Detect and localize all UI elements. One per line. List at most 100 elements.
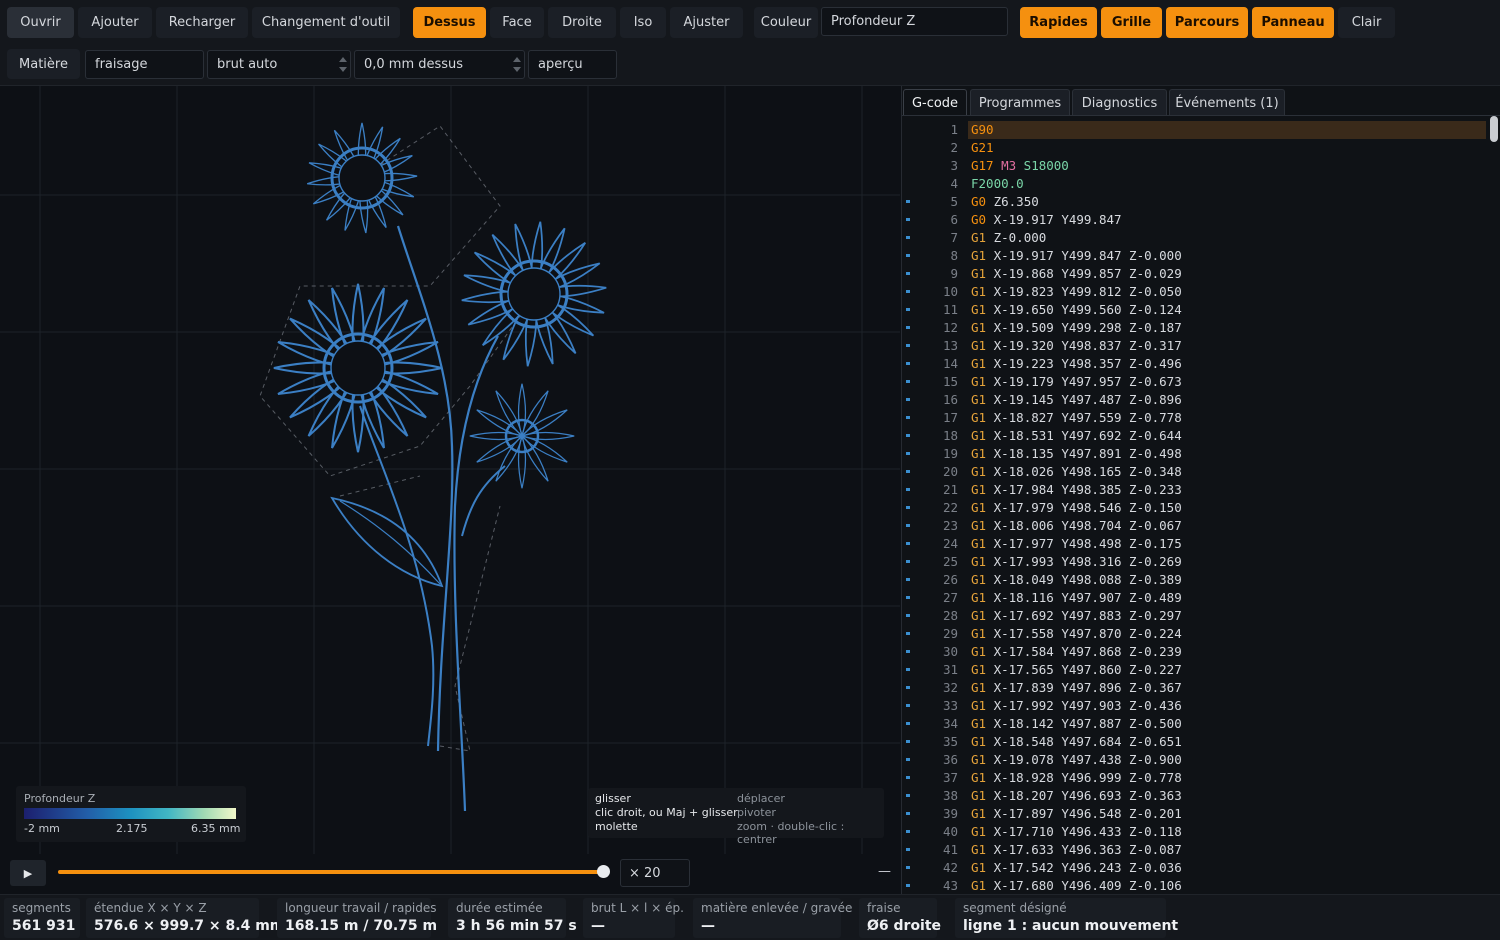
gcode-line-number: 40 [942,824,958,839]
tab-divider [902,115,1500,116]
gcode-line[interactable]: 12 G1 X-19.509 Y499.298 Z-0.187 [902,319,1488,337]
tab-programs[interactable]: Programmes [970,89,1070,116]
paths-toggle[interactable]: Parcours [1166,7,1248,38]
status-extent: étendue X × Y × Z 576.6 × 999.7 × 8.4 mm [86,898,284,938]
motion-marker-icon [906,848,910,851]
motion-marker-icon [906,470,910,473]
open-button[interactable]: Ouvrir [7,7,74,38]
flower-top [306,122,418,234]
gcode-line-number: 24 [942,536,958,551]
view-front-button[interactable]: Face [490,7,544,38]
gcode-line[interactable]: 37 G1 X-18.928 Y496.999 Z-0.778 [902,769,1488,787]
gcode-line[interactable]: 1 G90 [902,121,1488,139]
gcode-line[interactable]: 36 G1 X-19.078 Y497.438 Z-0.900 [902,751,1488,769]
theme-toggle[interactable]: Clair [1338,7,1395,38]
gcode-line[interactable]: 4 F2000.0 [902,175,1488,193]
gcode-line[interactable]: 3 G17 M3 S18000 [902,157,1488,175]
tab-events[interactable]: Événements (1) [1169,89,1285,116]
gcode-line[interactable]: 19 G1 X-18.135 Y497.891 Z-0.498 [902,445,1488,463]
motion-marker-icon [906,506,910,509]
gcode-line[interactable]: 33 G1 X-17.992 Y497.903 Z-0.436 [902,697,1488,715]
gcode-line[interactable]: 21 G1 X-17.984 Y498.385 Z-0.233 [902,481,1488,499]
stock-select[interactable]: brut auto [207,50,351,79]
gcode-line[interactable]: 6 G0 X-19.917 Y499.847 [902,211,1488,229]
gcode-line[interactable]: 32 G1 X-17.839 Y497.896 Z-0.367 [902,679,1488,697]
offset-input[interactable]: 0,0 mm dessus [354,50,525,79]
gcode-line-number: 43 [942,878,958,893]
gcode-line-number: 39 [942,806,958,821]
gcode-line[interactable]: 11 G1 X-19.650 Y499.560 Z-0.124 [902,301,1488,319]
color-mode-select[interactable]: Profondeur Z [821,7,1008,36]
gcode-line[interactable]: 20 G1 X-18.026 Y498.165 Z-0.348 [902,463,1488,481]
grid-toggle[interactable]: Grille [1101,7,1162,38]
tab-gcode[interactable]: G-code [903,89,967,116]
gcode-line-text: G1 X-18.135 Y497.891 Z-0.498 [971,446,1182,461]
reload-button[interactable]: Recharger [156,7,248,38]
play-button[interactable]: ▶ [10,860,46,886]
add-button[interactable]: Ajouter [78,7,152,38]
gcode-line[interactable]: 26 G1 X-18.049 Y498.088 Z-0.389 [902,571,1488,589]
gcode-line[interactable]: 22 G1 X-17.979 Y498.546 Z-0.150 [902,499,1488,517]
motion-marker-icon [906,398,910,401]
gcode-line[interactable]: 24 G1 X-17.977 Y498.498 Z-0.175 [902,535,1488,553]
panel-toggle[interactable]: Panneau [1252,7,1334,38]
stock-spinner-icon[interactable] [339,55,347,74]
gcode-line-text: G1 X-17.977 Y498.498 Z-0.175 [971,536,1182,551]
legend-gradient [24,808,236,819]
gcode-line[interactable]: 15 G1 X-19.179 Y497.957 Z-0.673 [902,373,1488,391]
speed-input[interactable]: × 20 [620,859,690,887]
gcode-line[interactable]: 5 G0 Z6.350 [902,193,1488,211]
gcode-line[interactable]: 34 G1 X-18.142 Y497.887 Z-0.500 [902,715,1488,733]
gcode-scrollbar[interactable] [1490,116,1498,142]
preview-select[interactable]: aperçu [528,50,617,79]
progress-slider[interactable] [58,870,604,874]
gcode-line[interactable]: 31 G1 X-17.565 Y497.860 Z-0.227 [902,661,1488,679]
gcode-line-number: 8 [950,248,958,263]
gcode-line[interactable]: 7 G1 Z-0.000 [902,229,1488,247]
gcode-listing[interactable]: 1 G90 2 G21 3 G17 M3 S18000 4 F2000.0 5 G0 Z6.350… [902,120,1500,894]
gcode-line[interactable]: 29 G1 X-17.558 Y497.870 Z-0.224 [902,625,1488,643]
gcode-line[interactable]: 14 G1 X-19.223 Y498.357 Z-0.496 [902,355,1488,373]
mode-select[interactable]: fraisage [85,50,204,79]
fit-button[interactable]: Ajuster [670,7,743,38]
tab-diagnostics[interactable]: Diagnostics [1072,89,1167,116]
gcode-line[interactable]: 13 G1 X-19.320 Y498.837 Z-0.317 [902,337,1488,355]
view-right-button[interactable]: Droite [548,7,616,38]
toolpath-drawing [259,122,608,812]
gcode-line[interactable]: 9 G1 X-19.868 Y499.857 Z-0.029 [902,265,1488,283]
gcode-line[interactable]: 40 G1 X-17.710 Y496.433 Z-0.118 [902,823,1488,841]
motion-marker-icon [906,704,910,707]
gcode-line[interactable]: 16 G1 X-19.145 Y497.487 Z-0.896 [902,391,1488,409]
view-iso-button[interactable]: Iso [620,7,666,38]
gcode-line[interactable]: 18 G1 X-18.531 Y497.692 Z-0.644 [902,427,1488,445]
legend-title: Profondeur Z [24,792,96,805]
status-length-value: 168.15 m / 70.75 m [285,918,438,934]
gcode-line-number: 2 [950,140,958,155]
gcode-line[interactable]: 41 G1 X-17.633 Y496.363 Z-0.087 [902,841,1488,859]
offset-spinner-icon[interactable] [513,55,521,74]
rapids-toggle[interactable]: Rapides [1020,7,1097,38]
gcode-line[interactable]: 28 G1 X-17.692 Y497.883 Z-0.297 [902,607,1488,625]
gcode-line-number: 17 [942,410,958,425]
gcode-line[interactable]: 25 G1 X-17.993 Y498.316 Z-0.269 [902,553,1488,571]
gcode-line[interactable]: 38 G1 X-18.207 Y496.693 Z-0.363 [902,787,1488,805]
gcode-line[interactable]: 23 G1 X-18.006 Y498.704 Z-0.067 [902,517,1488,535]
gcode-line[interactable]: 8 G1 X-19.917 Y499.847 Z-0.000 [902,247,1488,265]
gcode-line[interactable]: 10 G1 X-19.823 Y499.812 Z-0.050 [902,283,1488,301]
gcode-line-number: 34 [942,716,958,731]
gcode-line[interactable]: 27 G1 X-18.116 Y497.907 Z-0.489 [902,589,1488,607]
toolpath-cuts [272,122,608,812]
gcode-line[interactable]: 39 G1 X-17.897 Y496.548 Z-0.201 [902,805,1488,823]
progress-thumb[interactable] [597,865,610,878]
gcode-line[interactable]: 42 G1 X-17.542 Y496.243 Z-0.036 [902,859,1488,877]
view-top-button[interactable]: Dessus [413,7,486,38]
motion-marker-icon [906,434,910,437]
gcode-line[interactable]: 35 G1 X-18.548 Y497.684 Z-0.651 [902,733,1488,751]
tool-change-button[interactable]: Changement d'outil [252,7,400,38]
gcode-line[interactable]: 30 G1 X-17.584 Y497.868 Z-0.239 [902,643,1488,661]
gcode-line[interactable]: 43 G1 X-17.680 Y496.409 Z-0.106 [902,877,1488,894]
toolpath-viewport[interactable]: Profondeur Z -2 mm 2.175 6.35 mm glisser… [0,86,900,854]
motion-marker-icon [906,254,910,257]
gcode-line[interactable]: 17 G1 X-18.827 Y497.559 Z-0.778 [902,409,1488,427]
gcode-line[interactable]: 2 G21 [902,139,1488,157]
